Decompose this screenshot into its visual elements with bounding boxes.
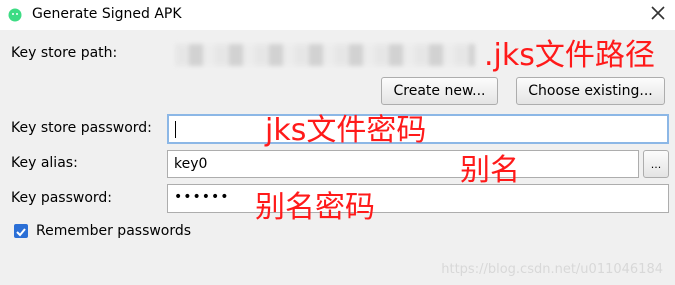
watermark: https://blog.csdn.net/u011046184 bbox=[441, 262, 663, 277]
keystore-path-field[interactable] bbox=[175, 44, 475, 66]
path-annotation: .jks文件路径 bbox=[484, 38, 655, 73]
key-alias-label: Key alias: bbox=[11, 155, 78, 171]
key-alias-value: key0 bbox=[174, 156, 208, 172]
keystore-path-label: Key store path: bbox=[11, 45, 118, 61]
android-studio-icon bbox=[8, 8, 22, 22]
alias-password-annotation: 别名密码 bbox=[255, 190, 375, 225]
checkmark-icon bbox=[16, 228, 26, 237]
keystore-password-label: Key store password: bbox=[11, 120, 152, 136]
key-password-field[interactable]: •••••• bbox=[167, 184, 669, 213]
remember-checkbox[interactable] bbox=[14, 224, 28, 238]
create-new-button[interactable]: Create new... bbox=[381, 77, 498, 105]
key-alias-field[interactable]: key0 bbox=[167, 150, 639, 178]
key-password-label: Key password: bbox=[11, 190, 113, 206]
remember-label: Remember passwords bbox=[36, 223, 192, 239]
text-cursor bbox=[175, 121, 176, 138]
alias-annotation: 别名 bbox=[460, 153, 520, 188]
title-bar: Generate Signed APK bbox=[0, 0, 675, 30]
key-password-mask: •••••• bbox=[174, 189, 230, 205]
password-annotation: jks文件密码 bbox=[265, 113, 427, 148]
choose-existing-button[interactable]: Choose existing... bbox=[516, 77, 665, 105]
browse-alias-button[interactable]: ... bbox=[643, 150, 669, 178]
close-icon[interactable] bbox=[649, 4, 667, 22]
window-title: Generate Signed APK bbox=[32, 6, 182, 22]
